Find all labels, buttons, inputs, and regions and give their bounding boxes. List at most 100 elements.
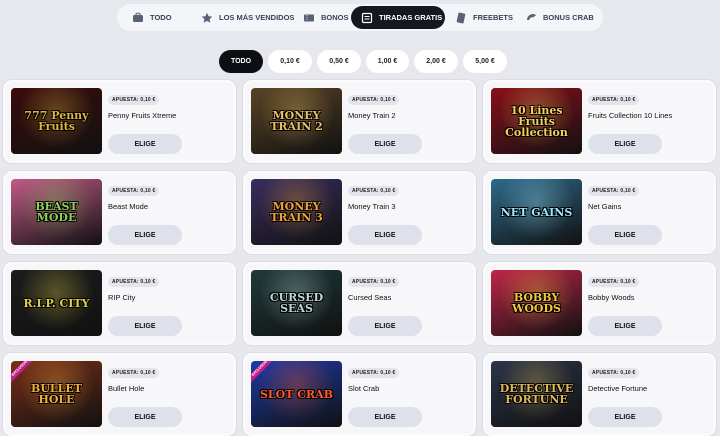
game-thumbnail[interactable]: CURSED SEAS [251, 270, 342, 336]
filter-label: 1,00 € [377, 58, 398, 65]
game-title: Beast Mode [108, 202, 149, 211]
game-thumbnail[interactable]: BOBBY WOODS [491, 270, 582, 336]
game-title: Fruits Collection 10 Lines [588, 111, 673, 120]
game-logo-art: BOBBY WOODS [511, 291, 561, 315]
choose-button[interactable]: ELIGE [108, 225, 182, 245]
filter-label: 0,10 € [280, 58, 300, 65]
game-card[interactable]: MONEY TRAIN 2 APUESTA: 0,10 € Money Train … [243, 80, 476, 163]
filter-0-50[interactable]: 0,50 € [317, 50, 361, 73]
filter-2-00[interactable]: 2,00 € [414, 50, 458, 73]
tab-todo[interactable]: TODO [121, 6, 191, 29]
tab-los-mas-vendidos[interactable]: LOS MÁS VENDIDOS [191, 6, 294, 29]
game-thumbnail[interactable]: EXCLUSIVE BULLET HOLE [11, 361, 102, 427]
game-card[interactable]: 10 Lines Fruits Collection APUESTA: 0,10 … [483, 80, 716, 163]
filter-5-00[interactable]: 5,00 € [463, 50, 507, 73]
bet-badge: APUESTA: 0,10 € [588, 186, 640, 196]
game-thumbnail[interactable]: DETECTIVE FORTUNE [491, 361, 582, 427]
game-logo-art: DETECTIVE FORTUNE [499, 382, 574, 406]
game-info: APUESTA: 0,10 € Fruits Collection 10 Line… [588, 88, 708, 155]
choose-button[interactable]: ELIGE [588, 407, 662, 427]
game-thumbnail[interactable]: 777 Penny Fruits [11, 88, 102, 154]
game-title: Net Gains [588, 202, 622, 211]
choose-button[interactable]: ELIGE [348, 316, 422, 336]
exclusive-ribbon: EXCLUSIVE [251, 361, 277, 387]
choose-button[interactable]: ELIGE [108, 134, 182, 154]
game-logo-art: BEAST MODE [35, 200, 78, 224]
choose-button[interactable]: ELIGE [108, 407, 182, 427]
game-grid: 777 Penny Fruits APUESTA: 0,10 € Penny Fru… [3, 80, 717, 436]
game-card[interactable]: BOBBY WOODS APUESTA: 0,10 € Bobby Woods ELI… [483, 262, 716, 345]
choose-button[interactable]: ELIGE [588, 134, 662, 154]
game-card[interactable]: MONEY TRAIN 3 APUESTA: 0,10 € Money Train … [243, 171, 476, 254]
bet-badge: APUESTA: 0,10 € [588, 277, 640, 287]
game-thumbnail[interactable]: MONEY TRAIN 2 [251, 88, 342, 154]
game-title: Bobby Woods [588, 293, 635, 302]
game-title: Money Train 3 [348, 202, 396, 211]
ribbon-label: EXCLUSIVE [11, 361, 35, 384]
game-card[interactable]: EXCLUSIVE BULLET HOLE APUESTA: 0,10 € Bulle… [3, 353, 236, 436]
game-card[interactable]: R.I.P. CITY APUESTA: 0,10 € RIP City ELIGE [3, 262, 236, 345]
category-nav: TODO LOS MÁS VENDIDOS BONOS TIRADAS GRAT… [117, 4, 603, 31]
game-logo-art: R.I.P. CITY [23, 296, 90, 310]
filter-0-10[interactable]: 0,10 € [268, 50, 312, 73]
bet-badge: APUESTA: 0,10 € [108, 186, 160, 196]
game-logo-art: 777 Penny Fruits [24, 109, 89, 133]
bet-filters: TODO 0,10 € 0,50 € 1,00 € 2,00 € 5,00 € [219, 50, 507, 73]
game-info: APUESTA: 0,10 € RIP City ELIGE [108, 270, 228, 337]
game-info: APUESTA: 0,10 € Bobby Woods ELIGE [588, 270, 708, 337]
crab-claw-icon [525, 11, 537, 24]
choose-button[interactable]: ELIGE [108, 316, 182, 336]
game-card[interactable]: 777 Penny Fruits APUESTA: 0,10 € Penny Fru… [3, 80, 236, 163]
game-card[interactable]: NET GAINS APUESTA: 0,10 € Net Gains ELIGE [483, 171, 716, 254]
filter-todo[interactable]: TODO [219, 50, 263, 73]
filter-label: 5,00 € [475, 58, 495, 65]
game-logo-art: NET GAINS [500, 205, 573, 219]
game-info: APUESTA: 0,10 € Slot Crab ELIGE [348, 361, 468, 428]
bet-badge: APUESTA: 0,10 € [348, 95, 400, 105]
game-card[interactable]: DETECTIVE FORTUNE APUESTA: 0,10 € Detectiv… [483, 353, 716, 436]
bet-badge: APUESTA: 0,10 € [108, 95, 160, 105]
tab-label: TODO [150, 13, 172, 22]
ticket-icon [303, 11, 315, 24]
game-title: Money Train 2 [348, 111, 396, 120]
choose-button[interactable]: ELIGE [588, 225, 662, 245]
choose-button[interactable]: ELIGE [348, 407, 422, 427]
choose-button[interactable]: ELIGE [588, 316, 662, 336]
game-info: APUESTA: 0,10 € Detective Fortune ELIGE [588, 361, 708, 428]
game-card[interactable]: EXCLUSIVE SLOT CRAB APUESTA: 0,10 € Slot Cr… [243, 353, 476, 436]
choose-button[interactable]: ELIGE [348, 134, 422, 154]
game-title: RIP City [108, 293, 136, 302]
game-thumbnail[interactable]: 10 Lines Fruits Collection [491, 88, 582, 154]
bet-badge: APUESTA: 0,10 € [348, 186, 400, 196]
filter-label: 0,50 € [329, 58, 349, 65]
game-logo-art: MONEY TRAIN 2 [270, 109, 323, 133]
game-thumbnail[interactable]: R.I.P. CITY [11, 270, 102, 336]
star-icon [201, 11, 213, 24]
tab-freebets[interactable]: FREEBETS [445, 6, 515, 29]
game-logo-art: CURSED SEAS [269, 291, 324, 315]
game-title: Penny Fruits Xtreme [108, 111, 177, 120]
game-thumbnail[interactable]: NET GAINS [491, 179, 582, 245]
free-spins-ticket-icon [361, 11, 373, 24]
game-card[interactable]: BEAST MODE APUESTA: 0,10 € Beast Mode ELIGE [3, 171, 236, 254]
game-info: APUESTA: 0,10 € Net Gains ELIGE [588, 179, 708, 246]
game-thumbnail[interactable]: BEAST MODE [11, 179, 102, 245]
bet-badge: APUESTA: 0,10 € [588, 368, 640, 378]
game-info: APUESTA: 0,10 € Cursed Seas ELIGE [348, 270, 468, 337]
game-thumbnail[interactable]: EXCLUSIVE SLOT CRAB [251, 361, 342, 427]
choose-button[interactable]: ELIGE [348, 225, 422, 245]
filter-label: 2,00 € [426, 58, 446, 65]
bet-badge: APUESTA: 0,10 € [108, 368, 160, 378]
game-thumbnail[interactable]: MONEY TRAIN 3 [251, 179, 342, 245]
filter-label: TODO [230, 58, 252, 65]
tab-tiradas-gratis[interactable]: TIRADAS GRATIS [351, 6, 445, 29]
exclusive-ribbon: EXCLUSIVE [11, 361, 37, 387]
briefcase-icon [131, 11, 144, 24]
game-logo-art: MONEY TRAIN 3 [270, 200, 323, 224]
game-card[interactable]: CURSED SEAS APUESTA: 0,10 € Cursed Seas ELI… [243, 262, 476, 345]
game-title: Cursed Seas [348, 293, 392, 302]
tab-bonos[interactable]: BONOS [293, 6, 351, 29]
bet-badge: APUESTA: 0,10 € [348, 368, 400, 378]
filter-1-00[interactable]: 1,00 € [366, 50, 409, 73]
tab-bonus-crab[interactable]: BONUS CRAB [515, 6, 599, 29]
